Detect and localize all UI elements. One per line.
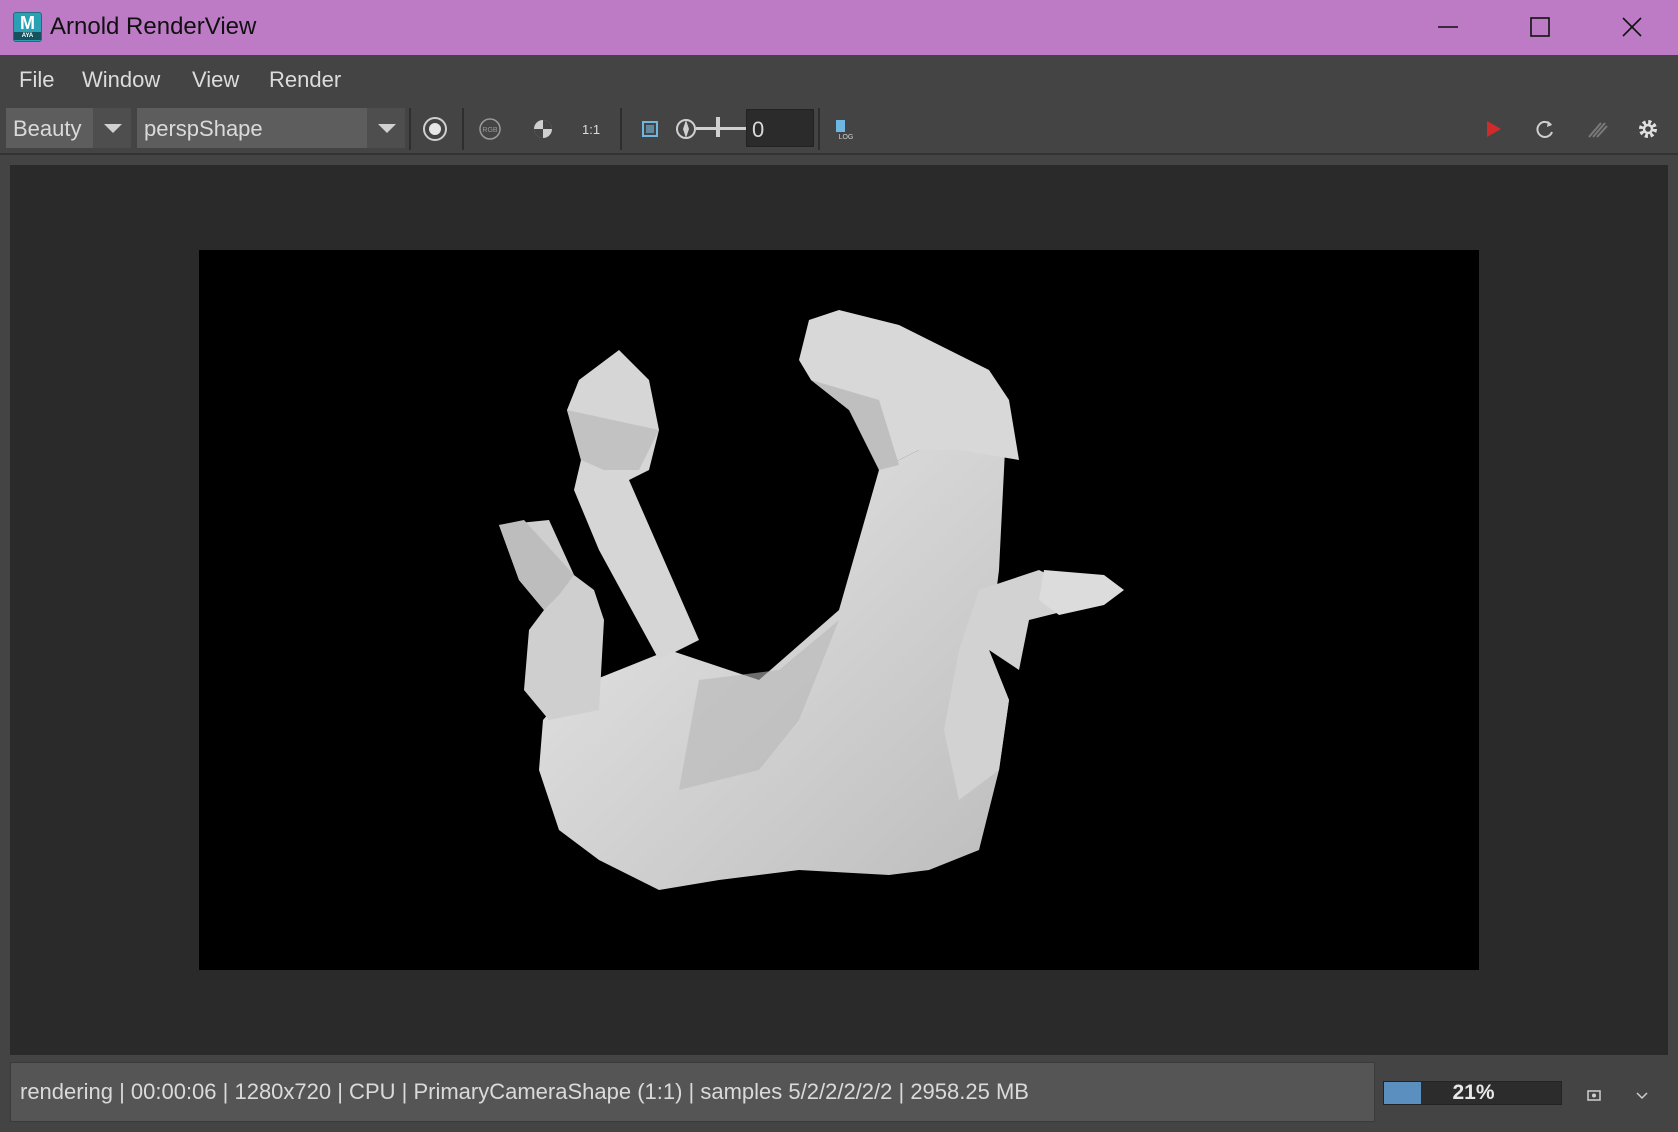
close-button[interactable] — [1586, 0, 1678, 55]
render-progress-bar: 21% — [1383, 1081, 1562, 1105]
aov-dropdown[interactable]: Beauty — [6, 108, 131, 148]
render-image[interactable] — [199, 250, 1479, 970]
svg-text:LOG: LOG — [839, 134, 854, 141]
menu-render[interactable]: Render — [269, 67, 341, 93]
render-status-field: rendering | 00:00:06 | 1280x720 | CPU | … — [10, 1062, 1375, 1122]
render-viewport[interactable] — [10, 165, 1668, 1055]
svg-text:RGB: RGB — [482, 127, 498, 134]
render-progress-label: 21% — [1452, 1081, 1495, 1104]
toolbar-separator — [409, 108, 411, 150]
menu-file[interactable]: File — [19, 67, 54, 93]
ratio-label: 1:1 — [582, 122, 601, 137]
status-bar: rendering | 00:00:06 | 1280x720 | CPU | … — [0, 1055, 1678, 1132]
close-icon — [1622, 17, 1642, 37]
toolbar-separator — [620, 108, 622, 150]
maximize-icon — [1530, 17, 1550, 37]
camera-dropdown-value: perspShape — [144, 116, 263, 141]
menu-view[interactable]: View — [192, 67, 239, 93]
maximize-button[interactable] — [1494, 0, 1586, 55]
settings-gear-icon[interactable] — [1634, 115, 1662, 143]
menu-window[interactable]: Window — [82, 67, 160, 93]
menu-bar: File Window View Render — [0, 55, 1678, 105]
display-mode-icon[interactable] — [421, 115, 449, 143]
app-icon-sub: AYA — [14, 32, 41, 40]
minimize-icon — [1438, 26, 1458, 28]
rendered-hand-image — [499, 310, 1124, 890]
window-title: Arnold RenderView — [50, 13, 257, 40]
title-bar: M AYA Arnold RenderView — [0, 0, 1678, 55]
maya-app-icon: M AYA — [13, 12, 42, 42]
camera-dropdown[interactable]: perspShape — [137, 108, 405, 148]
exposure-slider-track[interactable] — [696, 127, 746, 130]
exposure-slider-handle[interactable] — [716, 117, 720, 137]
minimize-button[interactable] — [1402, 0, 1494, 55]
chevron-down-icon[interactable] — [367, 108, 405, 148]
crop-region-icon[interactable] — [636, 115, 664, 143]
app-icon-letter: M — [20, 13, 35, 33]
chevron-down-icon[interactable] — [93, 108, 131, 148]
snapshot-icon[interactable] — [1584, 1085, 1604, 1105]
chevron-down-icon[interactable] — [1632, 1085, 1652, 1105]
render-status-text: rendering | 00:00:06 | 1280x720 | CPU | … — [20, 1079, 1029, 1104]
toolbar: Beauty perspShape RGB 1:1 0 LOG — [0, 105, 1678, 155]
toolbar-separator — [462, 108, 464, 150]
exposure-input[interactable]: 0 — [746, 109, 814, 147]
toolbar-separator — [818, 108, 820, 150]
rgb-channel-icon[interactable]: RGB — [476, 115, 504, 143]
alpha-channel-icon[interactable] — [529, 115, 557, 143]
ratio-1to1-icon[interactable]: 1:1 — [580, 115, 608, 143]
log-icon[interactable]: LOG — [832, 115, 860, 143]
refresh-render-icon[interactable] — [1531, 115, 1559, 143]
aov-dropdown-value: Beauty — [13, 116, 82, 141]
interactive-render-icon[interactable] — [1583, 115, 1611, 143]
stop-render-icon[interactable] — [1479, 115, 1507, 143]
